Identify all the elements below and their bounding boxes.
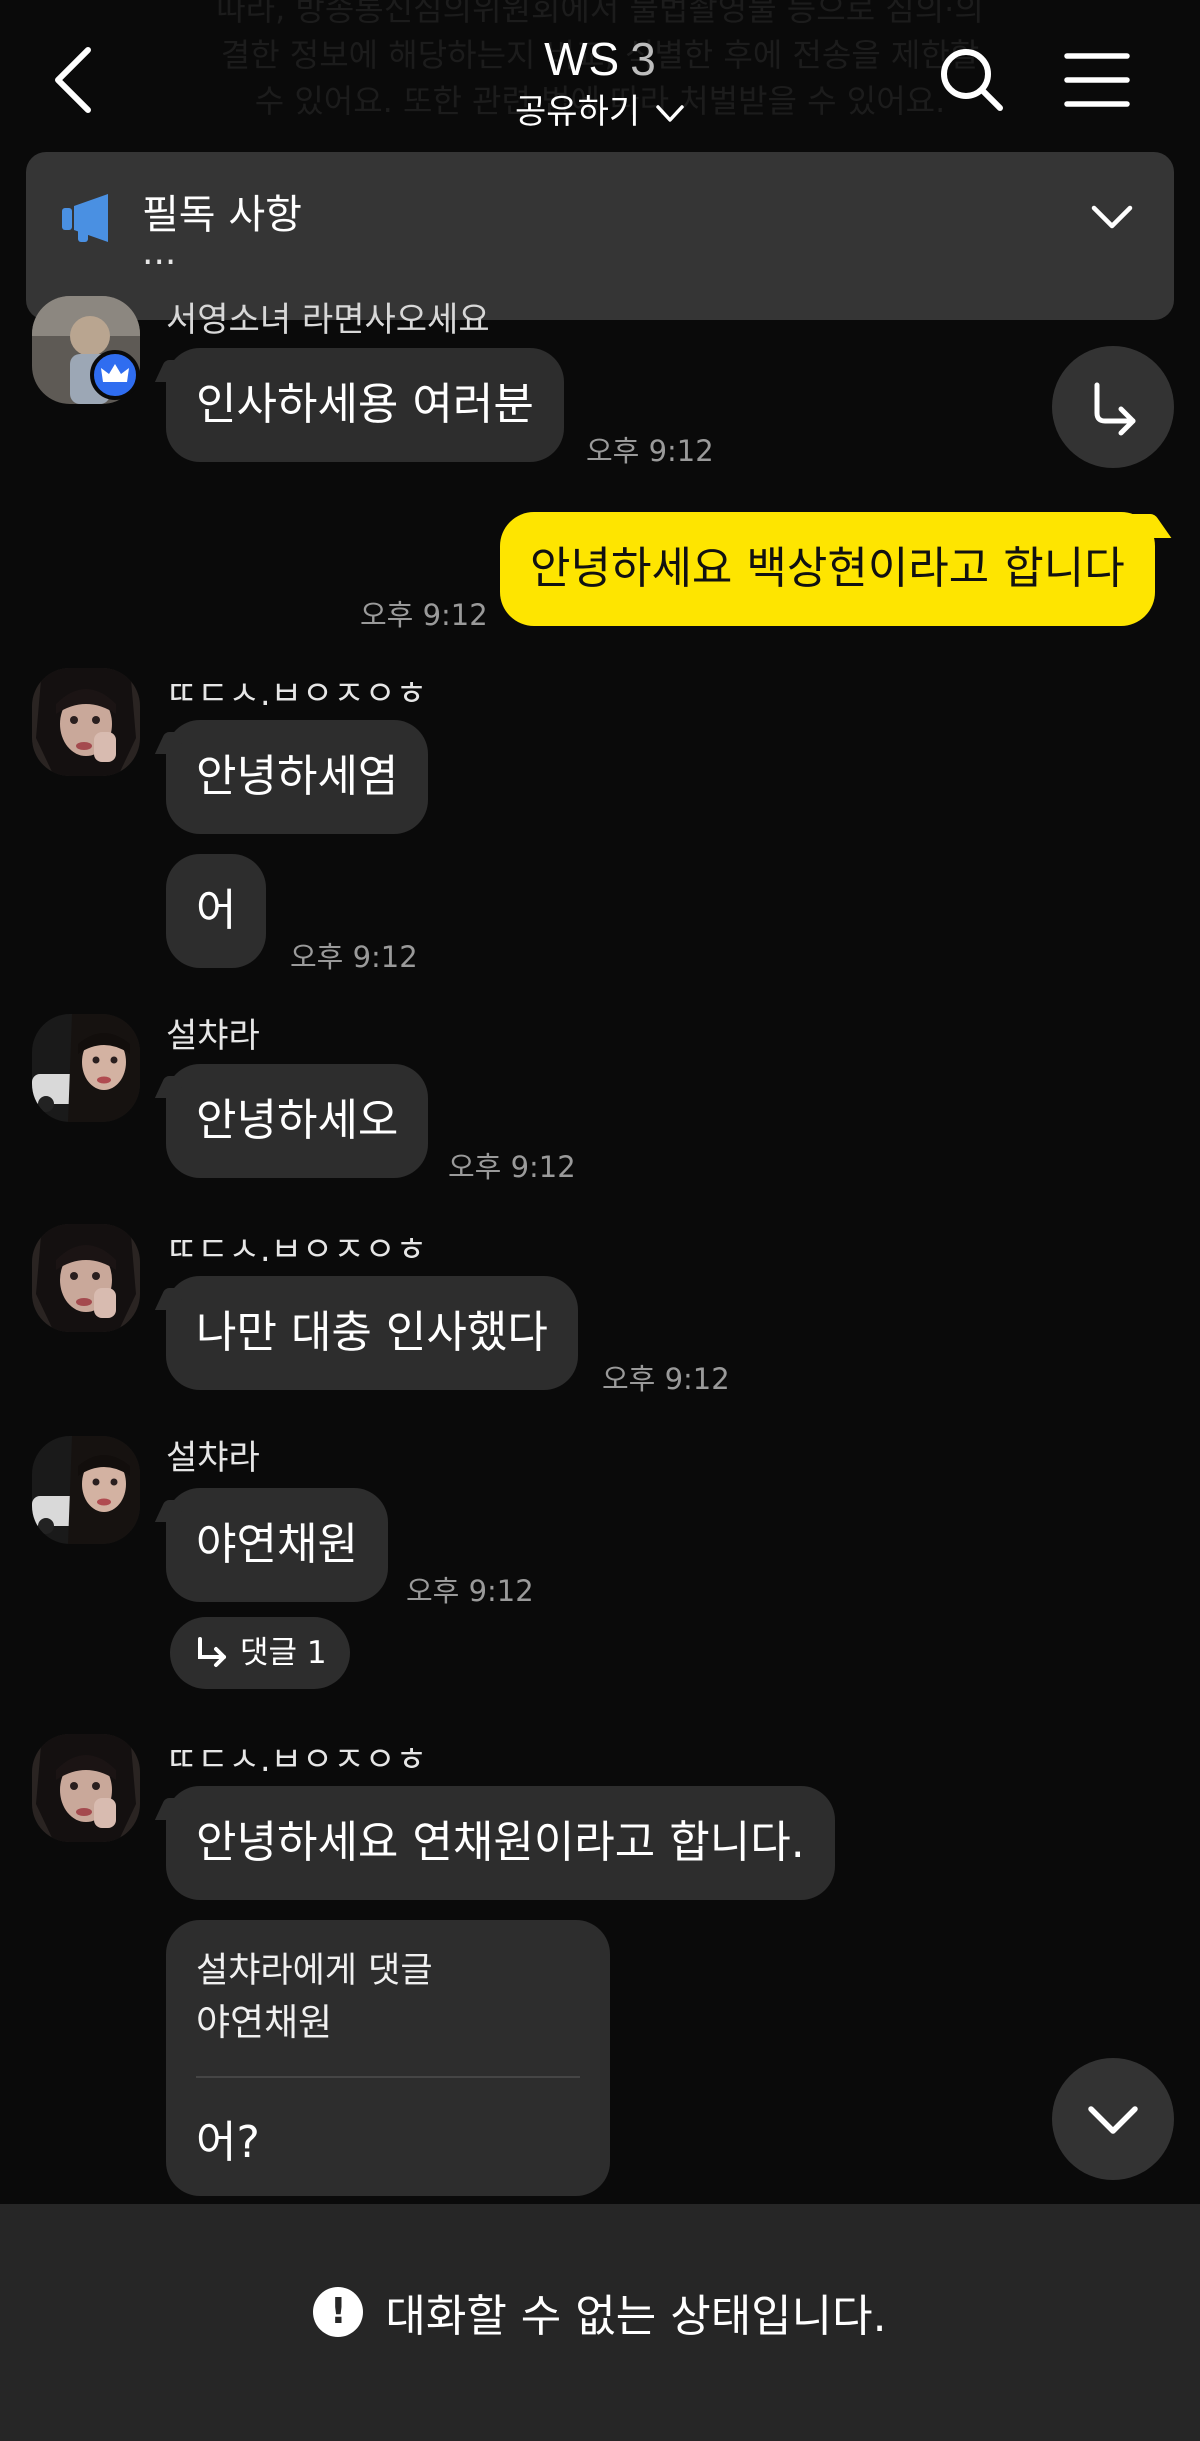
message-bubble[interactable]: 안녕하세오 xyxy=(166,1064,429,1178)
message-bubble[interactable]: 안녕하세염 xyxy=(166,720,429,834)
message-time: 오후 9:12 xyxy=(290,940,418,974)
avatar[interactable] xyxy=(32,1224,140,1332)
message-time: 오후 9:12 xyxy=(406,1574,534,1608)
search-button[interactable] xyxy=(936,44,1006,114)
chevron-down-icon xyxy=(656,104,684,122)
chevron-down-icon xyxy=(1088,2106,1138,2134)
sender-name: 설챠라 xyxy=(166,1438,260,1478)
message-time: 오후 9:12 xyxy=(360,598,488,632)
message-bubble[interactable]: 인사하세용 여러분 xyxy=(166,348,564,462)
menu-button[interactable] xyxy=(1062,50,1132,110)
share-arrow-icon xyxy=(1094,382,1136,436)
crown-badge xyxy=(90,350,140,400)
message-bubble[interactable]: 나만 대충 인사했다 xyxy=(166,1276,578,1390)
megaphone-icon xyxy=(62,194,108,242)
avatar[interactable] xyxy=(32,1734,140,1842)
notice-body: ... xyxy=(142,232,177,273)
message-time: 오후 9:12 xyxy=(586,434,714,468)
avatar[interactable] xyxy=(32,1436,140,1544)
divider xyxy=(196,2076,580,2078)
my-message-bubble[interactable]: 안녕하세요 백상현이라고 합니다 xyxy=(500,512,1155,626)
chat-disabled-footer: ! 대화할 수 없는 상태입니다. xyxy=(0,2204,1200,2441)
quoted-text: 야연채원 xyxy=(196,2001,333,2044)
chat-header: 따라, 방송통신심의위원회에서 불법촬영물 등으로 심의·의 결한 정보에 해당… xyxy=(0,0,1200,150)
message-bubble[interactable]: 야연채원 xyxy=(166,1488,388,1602)
reply-target: 설챠라에게 댓글 xyxy=(196,1951,433,1991)
chevron-down-icon[interactable] xyxy=(1090,202,1134,232)
scroll-down-button[interactable] xyxy=(1052,2058,1174,2180)
share-label: 공유하기 xyxy=(515,92,641,132)
reply-message-bubble[interactable]: 설챠라에게 댓글 야연채원 어? xyxy=(166,1920,610,2196)
reply-count-label: 댓글 1 xyxy=(240,1635,327,1671)
search-icon xyxy=(941,49,1003,111)
sender-name: ㄸㄷㅅ.ㅂㅇㅈㅇㅎ xyxy=(166,1230,428,1270)
room-title: WS xyxy=(544,33,621,85)
message-time: 오후 9:12 xyxy=(448,1150,576,1184)
reply-text: 어? xyxy=(196,2117,260,2168)
hamburger-menu-icon xyxy=(1064,53,1130,107)
sender-name: 설챠라 xyxy=(166,1016,260,1056)
message-bubble[interactable]: 어 xyxy=(166,854,267,968)
reply-arrow-icon xyxy=(198,1637,226,1667)
footer-status: 대화할 수 없는 상태입니다. xyxy=(385,2291,887,2342)
share-dropdown[interactable]: 공유하기 xyxy=(0,84,1200,133)
avatar[interactable] xyxy=(32,1014,140,1122)
message-time: 오후 9:12 xyxy=(602,1362,730,1396)
member-count: 3 xyxy=(630,33,656,85)
avatar[interactable] xyxy=(32,668,140,776)
message-bubble[interactable]: 안녕하세요 연채원이라고 합니다. xyxy=(166,1786,835,1900)
sender-name: ㄸㄷㅅ.ㅂㅇㅈㅇㅎ xyxy=(166,1740,428,1780)
crown-icon xyxy=(101,364,129,382)
room-title-area[interactable]: WS 3 공유하기 xyxy=(0,32,1200,133)
share-button[interactable] xyxy=(1052,346,1174,468)
exclamation-icon: ! xyxy=(313,2287,364,2337)
reply-count-button[interactable]: 댓글 1 xyxy=(170,1617,350,1689)
sender-name: 서영소녀 라면사오세요 xyxy=(166,300,490,340)
sender-name: ㄸㄷㅅ.ㅂㅇㅈㅇㅎ xyxy=(166,674,428,714)
